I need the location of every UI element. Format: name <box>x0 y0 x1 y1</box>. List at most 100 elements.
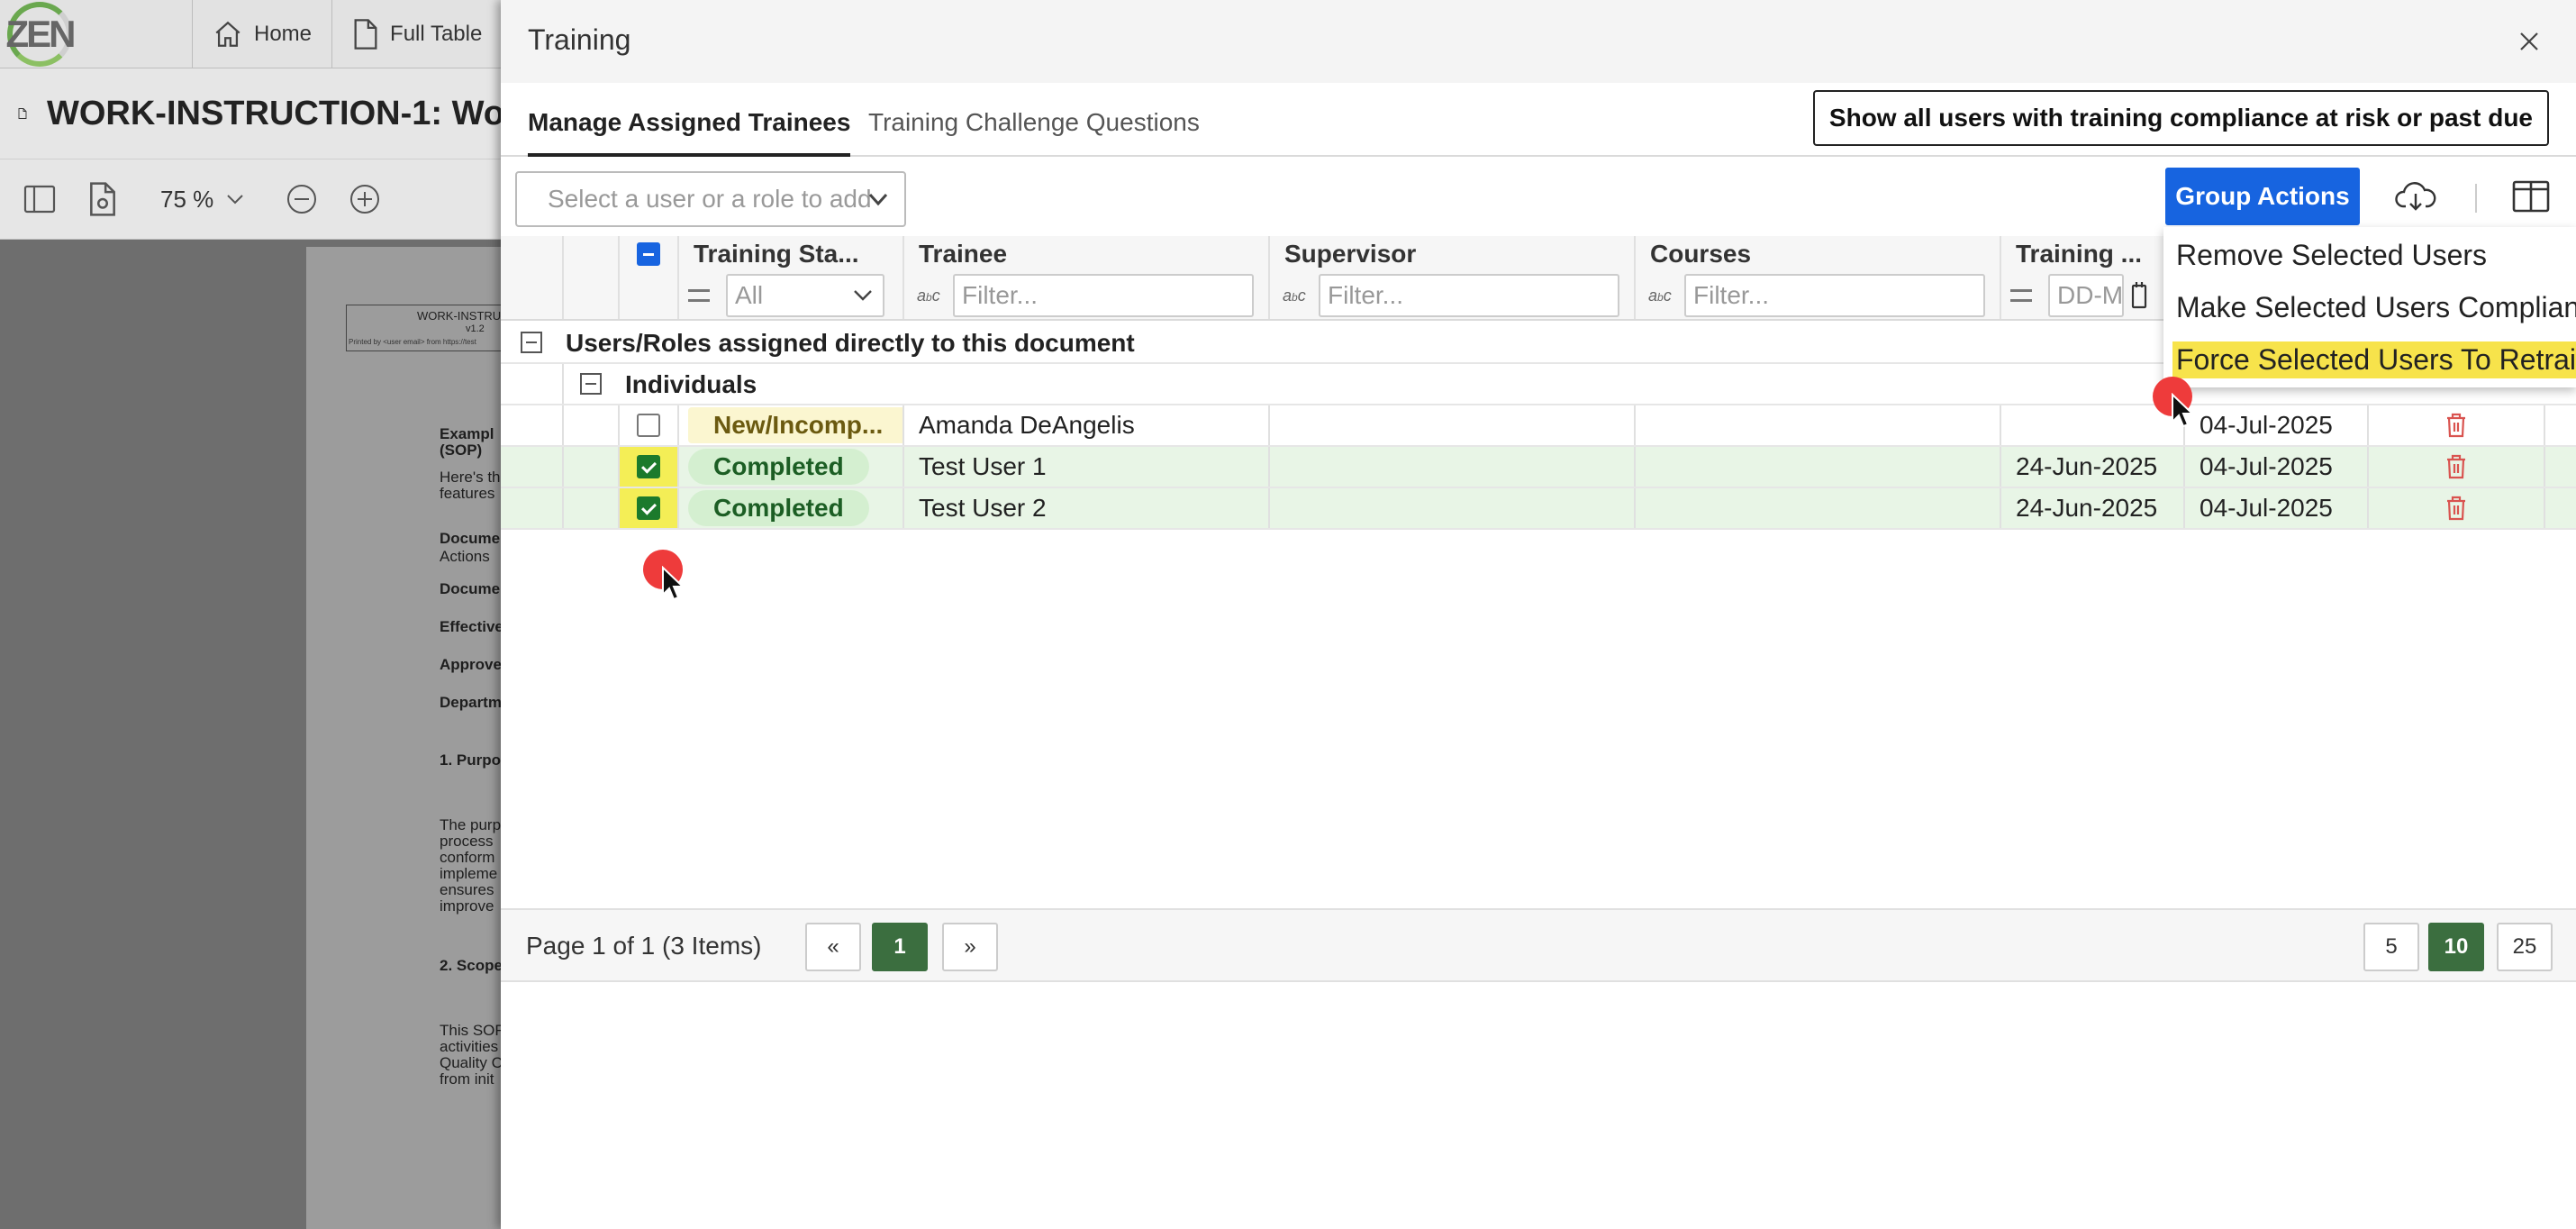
header-courses[interactable]: Courses <box>1636 236 2001 272</box>
trash-icon[interactable] <box>2445 496 2467 521</box>
menu-item-make-selected-users-compliant[interactable]: Make Selected Users Compliant <box>2163 285 2576 330</box>
header-spacer <box>501 236 564 272</box>
logo-text: ZEN <box>5 12 77 55</box>
due-date-cell: 04-Jul-2025 <box>2185 405 2369 445</box>
menu-item-label: Make Selected Users Compliant <box>2176 290 2576 323</box>
select-all-checkbox[interactable] <box>637 242 660 266</box>
page-size-10-button[interactable]: 10 <box>2428 923 2484 971</box>
row-checkbox[interactable] <box>637 455 660 478</box>
doc-header-text: WORK-INSTRUC <box>417 309 510 323</box>
close-icon <box>2520 32 2538 50</box>
status-cell: Completed <box>679 488 904 528</box>
header-supervisor[interactable]: Supervisor <box>1270 236 1636 272</box>
status-badge: Completed <box>688 490 869 526</box>
row-checkbox[interactable] <box>637 496 660 520</box>
tab-training-challenge-questions[interactable]: Training Challenge Questions <box>868 108 1200 153</box>
export-button[interactable] <box>2392 175 2439 218</box>
row-indent <box>501 488 564 528</box>
column-chooser-button[interactable] <box>2509 175 2553 218</box>
group-actions-button[interactable]: Group Actions <box>2165 168 2360 225</box>
completed-date-cell: 24-Jun-2025 <box>2001 488 2185 528</box>
page-size-5-button[interactable]: 5 <box>2363 923 2419 971</box>
close-button[interactable] <box>2509 22 2549 61</box>
status-cell: Completed <box>679 447 904 487</box>
document-text-line: 1. Purpo <box>440 751 502 769</box>
supervisor-cell <box>1270 405 1636 445</box>
supervisor-filter-input[interactable]: Filter... <box>1319 274 1619 317</box>
text-filter-icon[interactable]: abc <box>917 287 946 305</box>
document-text-line: Exampl <box>440 425 494 442</box>
page-1-button[interactable]: 1 <box>872 923 928 971</box>
completed-date-cell: 24-Jun-2025 <box>2001 447 2185 487</box>
delete-cell <box>2369 447 2545 487</box>
grid-controls: Select a user or a role to add Group Act… <box>501 159 2576 236</box>
header-trainee[interactable]: Trainee <box>904 236 1270 272</box>
document-text-line: Docume <box>440 580 501 597</box>
equals-operator-icon[interactable] <box>2010 289 2032 302</box>
document-text-line: 2. Scope <box>440 957 503 974</box>
document-settings-icon[interactable] <box>85 181 121 217</box>
nav-home-label: Home <box>254 21 313 46</box>
due-date-cell: 04-Jul-2025 <box>2185 447 2369 487</box>
courses-filter-input[interactable]: Filter... <box>1684 274 1985 317</box>
filter-spacer <box>564 272 620 319</box>
menu-item-remove-selected-users[interactable]: Remove Selected Users <box>2163 232 2576 278</box>
nav-full-table[interactable]: Full Table <box>332 0 503 68</box>
collapse-group-icon[interactable] <box>521 332 542 353</box>
header-select-all[interactable] <box>620 236 679 272</box>
row-select-cell <box>620 447 679 487</box>
sidebar-toggle-icon[interactable] <box>22 181 58 217</box>
header-training-status[interactable]: Training Sta... <box>679 236 904 272</box>
zoom-out-icon[interactable] <box>284 181 320 217</box>
status-badge: Completed <box>688 449 869 485</box>
mouse-pointer-icon <box>662 566 685 601</box>
document-text-line: (SOP) <box>440 442 483 459</box>
page-size-25-button[interactable]: 25 <box>2497 923 2553 971</box>
equals-operator-icon[interactable] <box>688 289 710 302</box>
filter-status-cell: All <box>679 272 904 319</box>
document-text-line: Docume <box>440 530 501 547</box>
document-text-line: features <box>440 485 495 502</box>
trainee-cell: Amanda DeAngelis <box>904 405 1270 445</box>
document-viewer: WORK-INSTRUC v1.2 Printed by <user email… <box>0 240 526 1229</box>
header-spacer <box>564 236 620 272</box>
text-filter-icon[interactable]: abc <box>1283 287 1311 305</box>
calendar-icon[interactable] <box>2131 280 2147 311</box>
courses-cell <box>1636 405 2001 445</box>
trainee-filter-input[interactable]: Filter... <box>953 274 1254 317</box>
group-label: Users/Roles assigned directly to this do… <box>566 329 1135 357</box>
prev-page-button[interactable]: « <box>805 923 861 971</box>
collapse-subgroup-icon[interactable] <box>580 373 602 395</box>
document-icon <box>354 18 377 50</box>
table-row[interactable]: New/Incomp... Amanda DeAngelis 04-Jul-20… <box>501 405 2576 447</box>
date-filter-input[interactable]: DD-M <box>2048 274 2124 317</box>
home-icon <box>215 21 240 47</box>
modal-tabs: Manage Assigned Trainees Training Challe… <box>501 83 2576 157</box>
nav-home[interactable]: Home <box>193 0 333 68</box>
menu-item-force-selected-users-to-retrain[interactable]: Force Selected Users To Retrain <box>2163 337 2576 382</box>
page-info: Page 1 of 1 (3 Items) <box>526 932 762 960</box>
document-text-line: Actions <box>440 548 490 565</box>
zoom-select[interactable]: 75 % <box>148 177 257 223</box>
zen-qms-logo[interactable]: ZEN <box>0 0 193 68</box>
completed-date-cell <box>2001 405 2185 445</box>
logo-mark: ZEN <box>5 1 77 67</box>
group-actions-menu: Remove Selected Users Make Selected User… <box>2163 227 2576 387</box>
add-user-or-role-select[interactable]: Select a user or a role to add <box>515 171 906 227</box>
zoom-in-icon[interactable] <box>347 181 383 217</box>
row-select-cell <box>620 405 679 445</box>
row-checkbox[interactable] <box>637 414 660 437</box>
trainee-cell: Test User 1 <box>904 447 1270 487</box>
table-row[interactable]: Completed Test User 1 24-Jun-2025 04-Jul… <box>501 447 2576 488</box>
tab-manage-assigned-trainees[interactable]: Manage Assigned Trainees <box>528 108 851 157</box>
table-row[interactable]: Completed Test User 2 24-Jun-2025 04-Jul… <box>501 488 2576 530</box>
trash-icon[interactable] <box>2445 454 2467 479</box>
next-page-button[interactable]: » <box>942 923 998 971</box>
text-filter-icon[interactable]: abc <box>1648 287 1677 305</box>
zoom-value: 75 % <box>160 185 214 213</box>
menu-item-label: Force Selected Users To Retrain <box>2172 341 2576 378</box>
show-at-risk-users-button[interactable]: Show all users with training compliance … <box>1812 90 2549 146</box>
filter-spacer <box>620 272 679 319</box>
status-filter-select[interactable]: All <box>726 274 884 317</box>
trash-icon[interactable] <box>2445 413 2467 438</box>
